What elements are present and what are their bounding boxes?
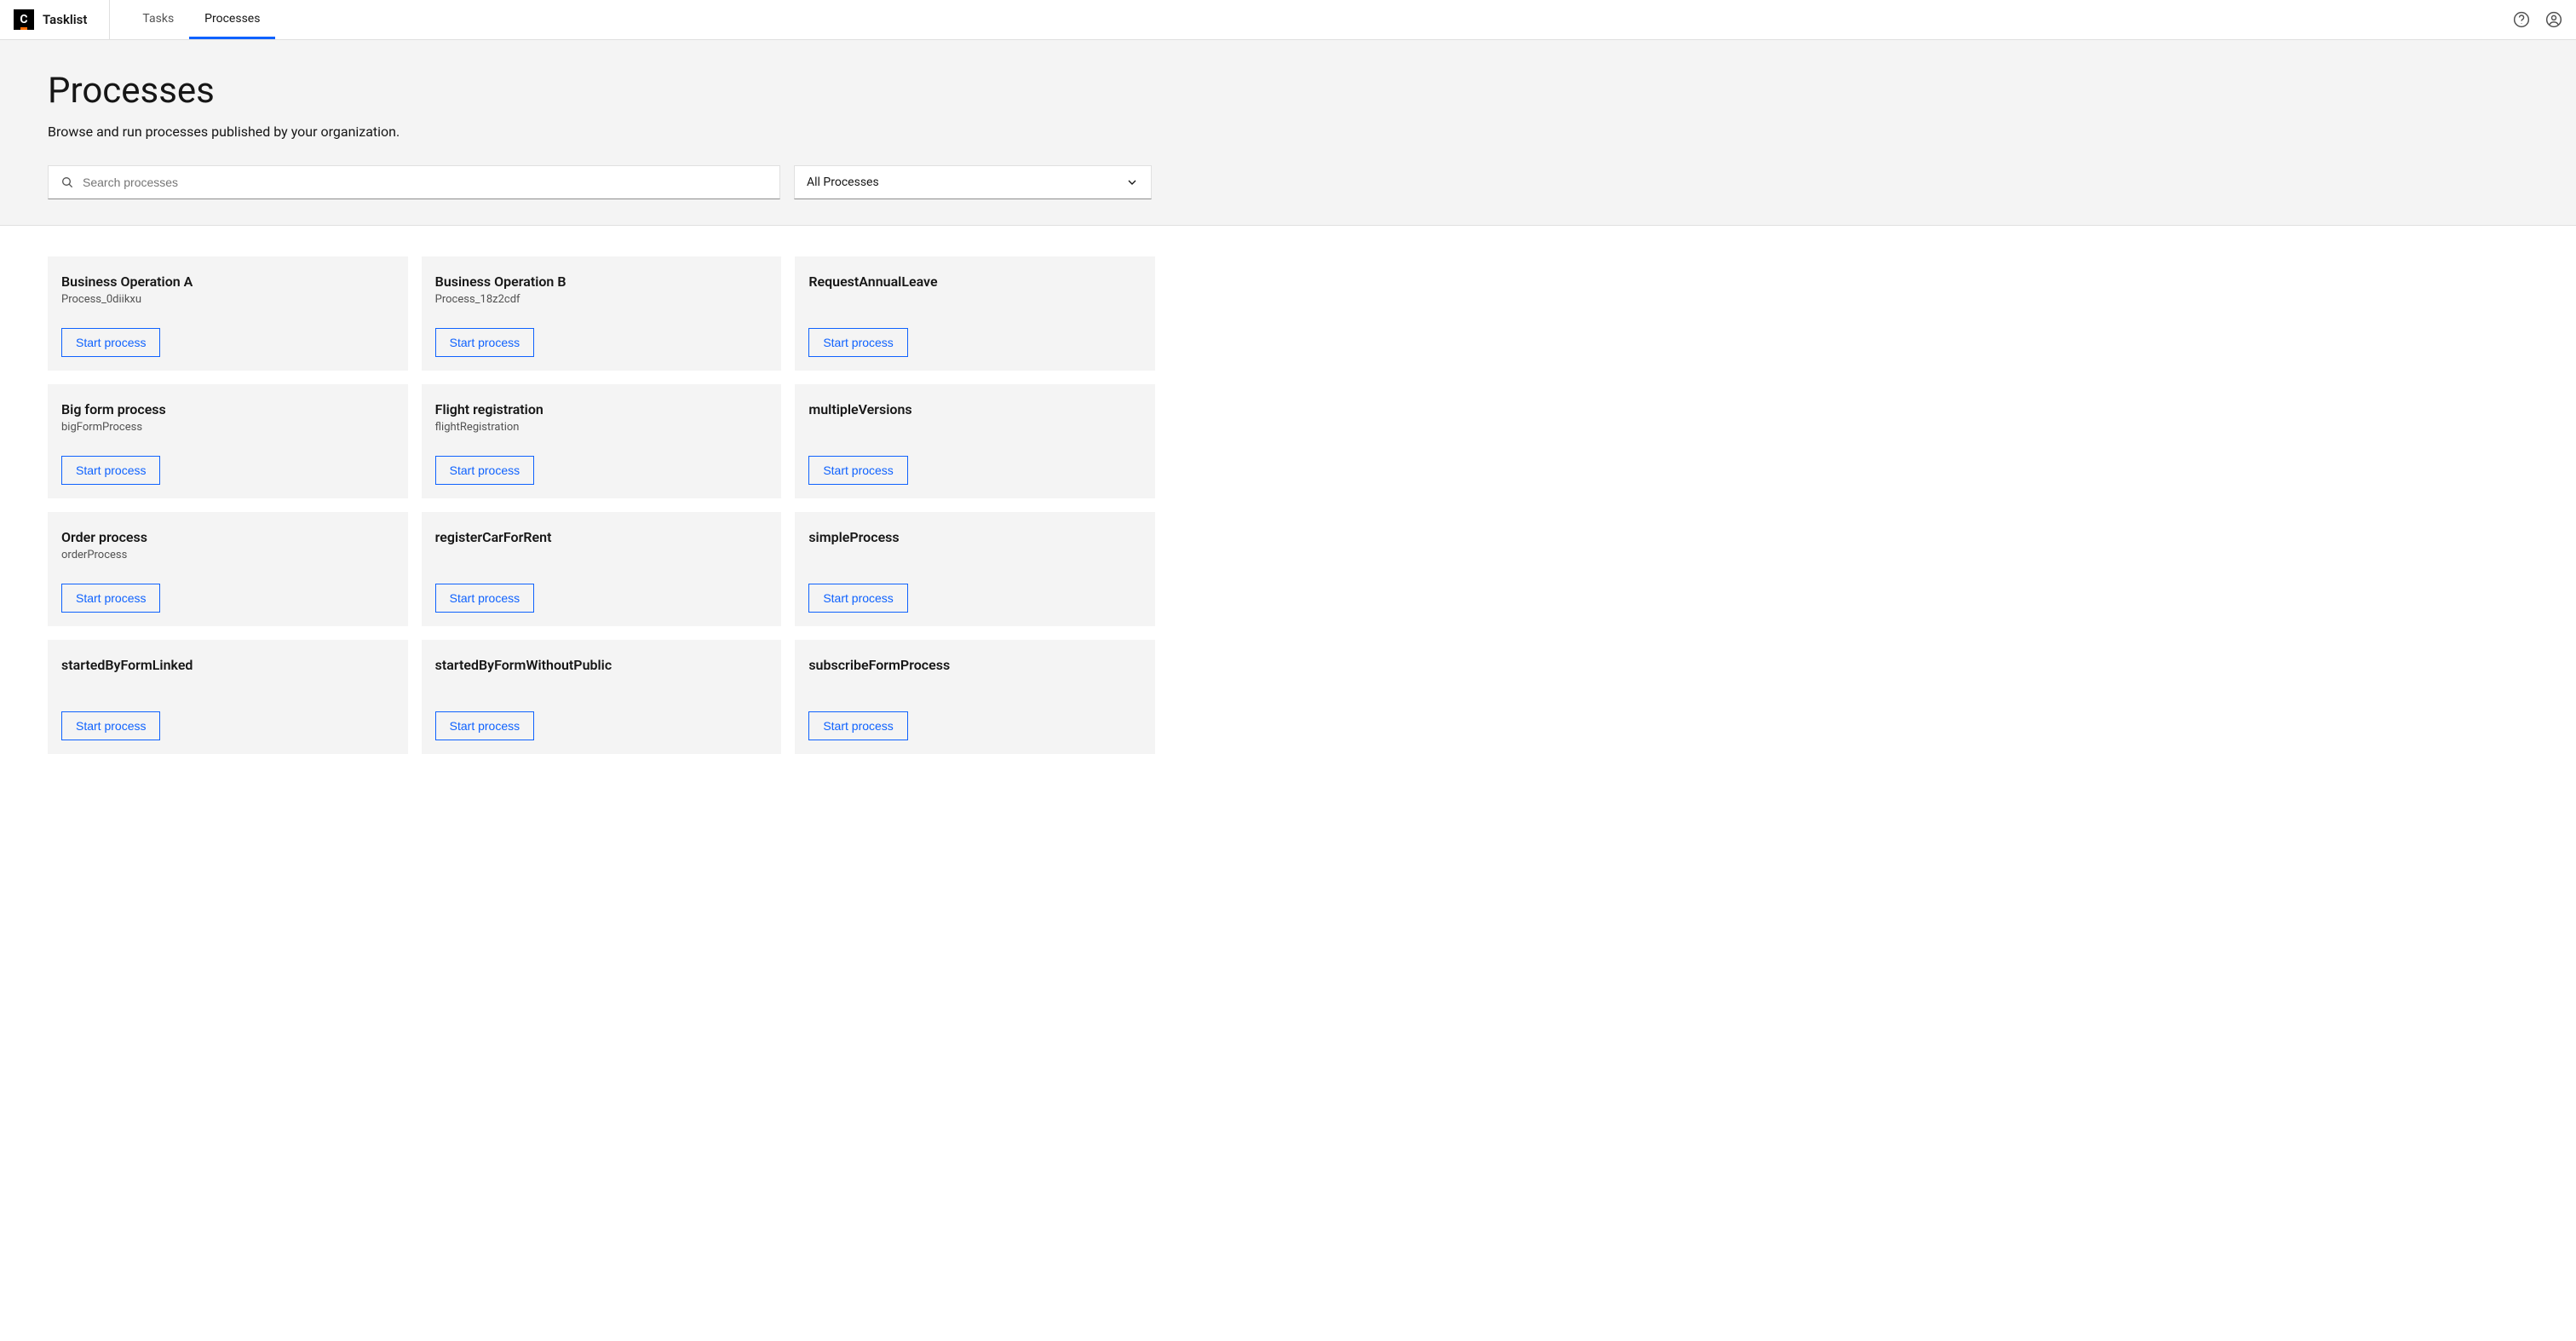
start-process-button[interactable]: Start process	[808, 328, 907, 357]
header-actions	[2513, 11, 2562, 28]
start-process-button[interactable]: Start process	[61, 584, 160, 613]
start-process-button[interactable]: Start process	[808, 584, 907, 613]
process-card: Order process orderProcess Start process	[48, 512, 408, 626]
process-card: startedByFormWithoutPublic Start process	[422, 640, 782, 754]
process-title: RequestAnnualLeave	[808, 273, 1141, 290]
process-title: Business Operation B	[435, 273, 768, 290]
search-field-wrap[interactable]	[48, 165, 780, 199]
brand-name: Tasklist	[43, 12, 87, 27]
process-title: Business Operation A	[61, 273, 394, 290]
start-process-button[interactable]: Start process	[61, 711, 160, 740]
nav-tasks-label: Tasks	[142, 12, 174, 26]
start-process-button[interactable]: Start process	[435, 711, 534, 740]
brand-logo-letter: C	[20, 14, 27, 26]
help-icon[interactable]	[2513, 11, 2530, 28]
process-id: Process_18z2cdf	[435, 293, 768, 306]
process-card: simpleProcess Start process	[795, 512, 1155, 626]
process-card: RequestAnnualLeave Start process	[795, 256, 1155, 371]
brand[interactable]: C Tasklist	[14, 0, 110, 39]
start-process-button[interactable]: Start process	[435, 456, 534, 485]
nav-tasks[interactable]: Tasks	[127, 0, 189, 39]
process-card: Flight registration flightRegistration Sta…	[422, 384, 782, 498]
process-card: subscribeFormProcess Start process	[795, 640, 1155, 754]
search-input[interactable]	[83, 176, 768, 189]
start-process-button[interactable]: Start process	[435, 584, 534, 613]
start-process-button[interactable]: Start process	[435, 328, 534, 357]
process-title: startedByFormLinked	[61, 657, 394, 673]
process-id: Process_0diikxu	[61, 293, 394, 306]
brand-logo-accent	[20, 27, 27, 30]
process-card: startedByFormLinked Start process	[48, 640, 408, 754]
process-title: subscribeFormProcess	[808, 657, 1141, 673]
process-card: Big form process bigFormProcess Start proc…	[48, 384, 408, 498]
process-card: registerCarForRent Start process	[422, 512, 782, 626]
nav-processes[interactable]: Processes	[189, 0, 275, 39]
process-card: Business Operation B Process_18z2cdf Start…	[422, 256, 782, 371]
chevron-down-icon	[1125, 176, 1139, 189]
content-area: Business Operation A Process_0diikxu Start…	[0, 226, 2576, 785]
start-process-button[interactable]: Start process	[61, 456, 160, 485]
process-title: multipleVersions	[808, 401, 1141, 417]
process-title: Flight registration	[435, 401, 768, 417]
brand-logo: C	[14, 9, 34, 30]
process-title: startedByFormWithoutPublic	[435, 657, 768, 673]
nav-processes-label: Processes	[204, 12, 260, 26]
main-nav: Tasks Processes	[127, 0, 275, 39]
filter-selected-label: All Processes	[807, 176, 879, 189]
process-card: multipleVersions Start process	[795, 384, 1155, 498]
process-title: registerCarForRent	[435, 529, 768, 545]
process-card: Business Operation A Process_0diikxu Start…	[48, 256, 408, 371]
start-process-button[interactable]: Start process	[808, 711, 907, 740]
process-id: flightRegistration	[435, 421, 768, 434]
process-grid: Business Operation A Process_0diikxu Start…	[48, 256, 1155, 754]
page-title: Processes	[48, 70, 2528, 112]
page-subtitle: Browse and run processes published by yo…	[48, 124, 2528, 140]
process-id: bigFormProcess	[61, 421, 394, 434]
process-title: simpleProcess	[808, 529, 1141, 545]
search-icon	[60, 176, 74, 189]
app-header: C Tasklist Tasks Processes	[0, 0, 2576, 40]
process-title: Order process	[61, 529, 394, 545]
process-id: orderProcess	[61, 549, 394, 561]
filter-dropdown[interactable]: All Processes	[794, 165, 1152, 199]
start-process-button[interactable]: Start process	[808, 456, 907, 485]
start-process-button[interactable]: Start process	[61, 328, 160, 357]
filters-row: All Processes	[48, 165, 2528, 199]
user-icon[interactable]	[2545, 11, 2562, 28]
process-title: Big form process	[61, 401, 394, 417]
hero-section: Processes Browse and run processes publi…	[0, 40, 2576, 226]
